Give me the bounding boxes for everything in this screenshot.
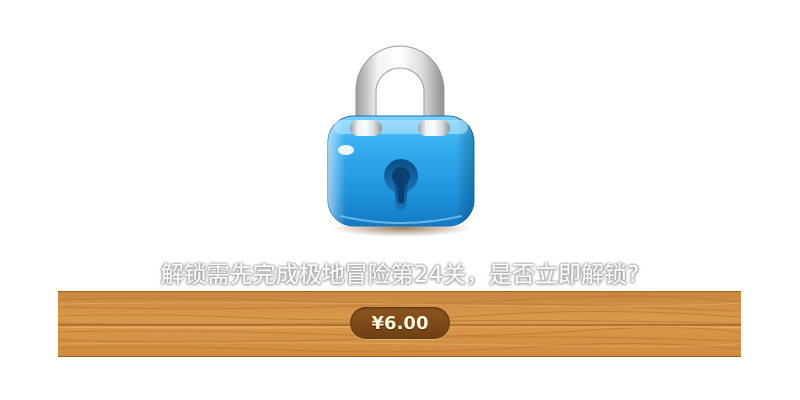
padlock-icon <box>320 40 480 240</box>
price-label: ¥6.00 <box>371 312 429 334</box>
unlock-prompt-text: 解锁需先完成极地冒险第24关，是否立即解锁? <box>160 262 640 288</box>
padlock-graphic <box>327 45 475 237</box>
unlock-price-button[interactable]: ¥6.00 <box>350 307 450 339</box>
